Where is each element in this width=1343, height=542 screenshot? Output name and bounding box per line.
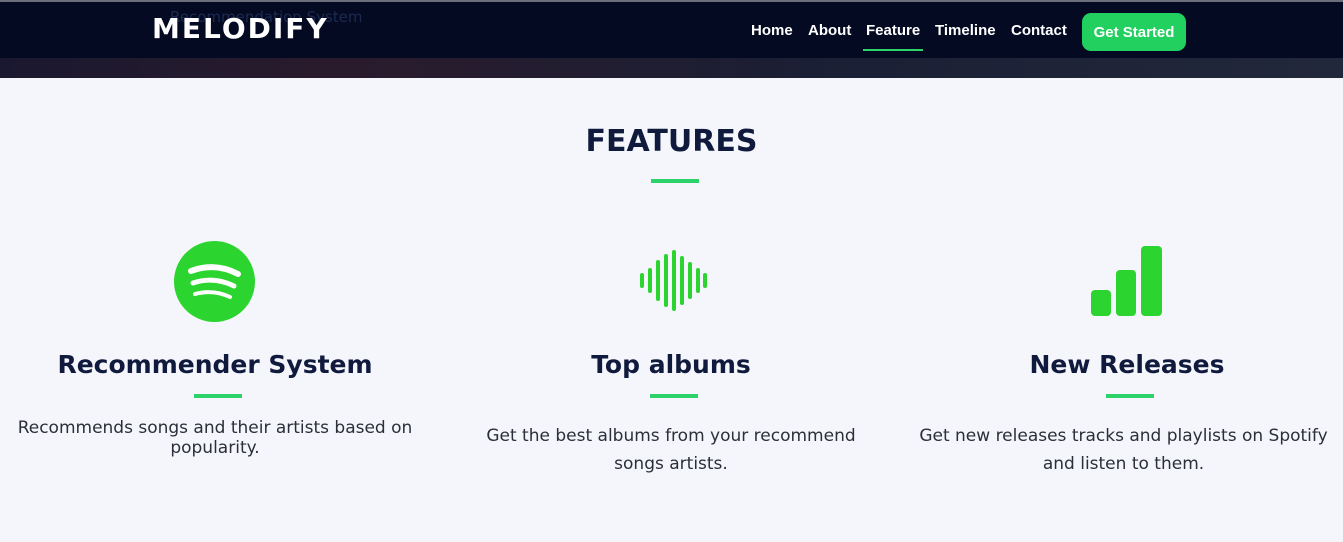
feature-title: New Releases — [1029, 350, 1225, 379]
get-started-button[interactable]: Get Started — [1082, 13, 1186, 51]
feature-description: Get new releases tracks and playlists on… — [919, 426, 1328, 474]
feature-title: Top albums — [591, 350, 751, 379]
feature-title-underline — [650, 394, 698, 398]
nav-link-timeline[interactable]: Timeline — [935, 22, 996, 39]
feature-title-underline — [1106, 394, 1154, 398]
nav-link-feature[interactable]: Feature — [862, 22, 924, 51]
nav-link-home[interactable]: Home — [751, 22, 793, 39]
navbar: Recommendation System MELODIFY Home Abou… — [0, 0, 1343, 78]
feature-description: Get the best albums from your recommend … — [486, 426, 856, 474]
hero-background-strip — [0, 58, 1343, 78]
feature-title-underline — [194, 394, 242, 398]
feature-title: Recommender System — [57, 350, 373, 379]
sound-wave-icon — [640, 250, 707, 311]
nav-link-about[interactable]: About — [808, 22, 851, 39]
site-logo[interactable]: MELODIFY — [152, 12, 329, 45]
section-title: FEATURES — [585, 124, 758, 159]
section-title-underline — [651, 179, 699, 183]
spotify-logo-icon — [174, 241, 255, 322]
feature-description: Recommends songs and their artists based… — [17, 418, 413, 458]
nav-link-contact[interactable]: Contact — [1011, 22, 1067, 39]
bar-chart-icon — [1091, 246, 1162, 316]
